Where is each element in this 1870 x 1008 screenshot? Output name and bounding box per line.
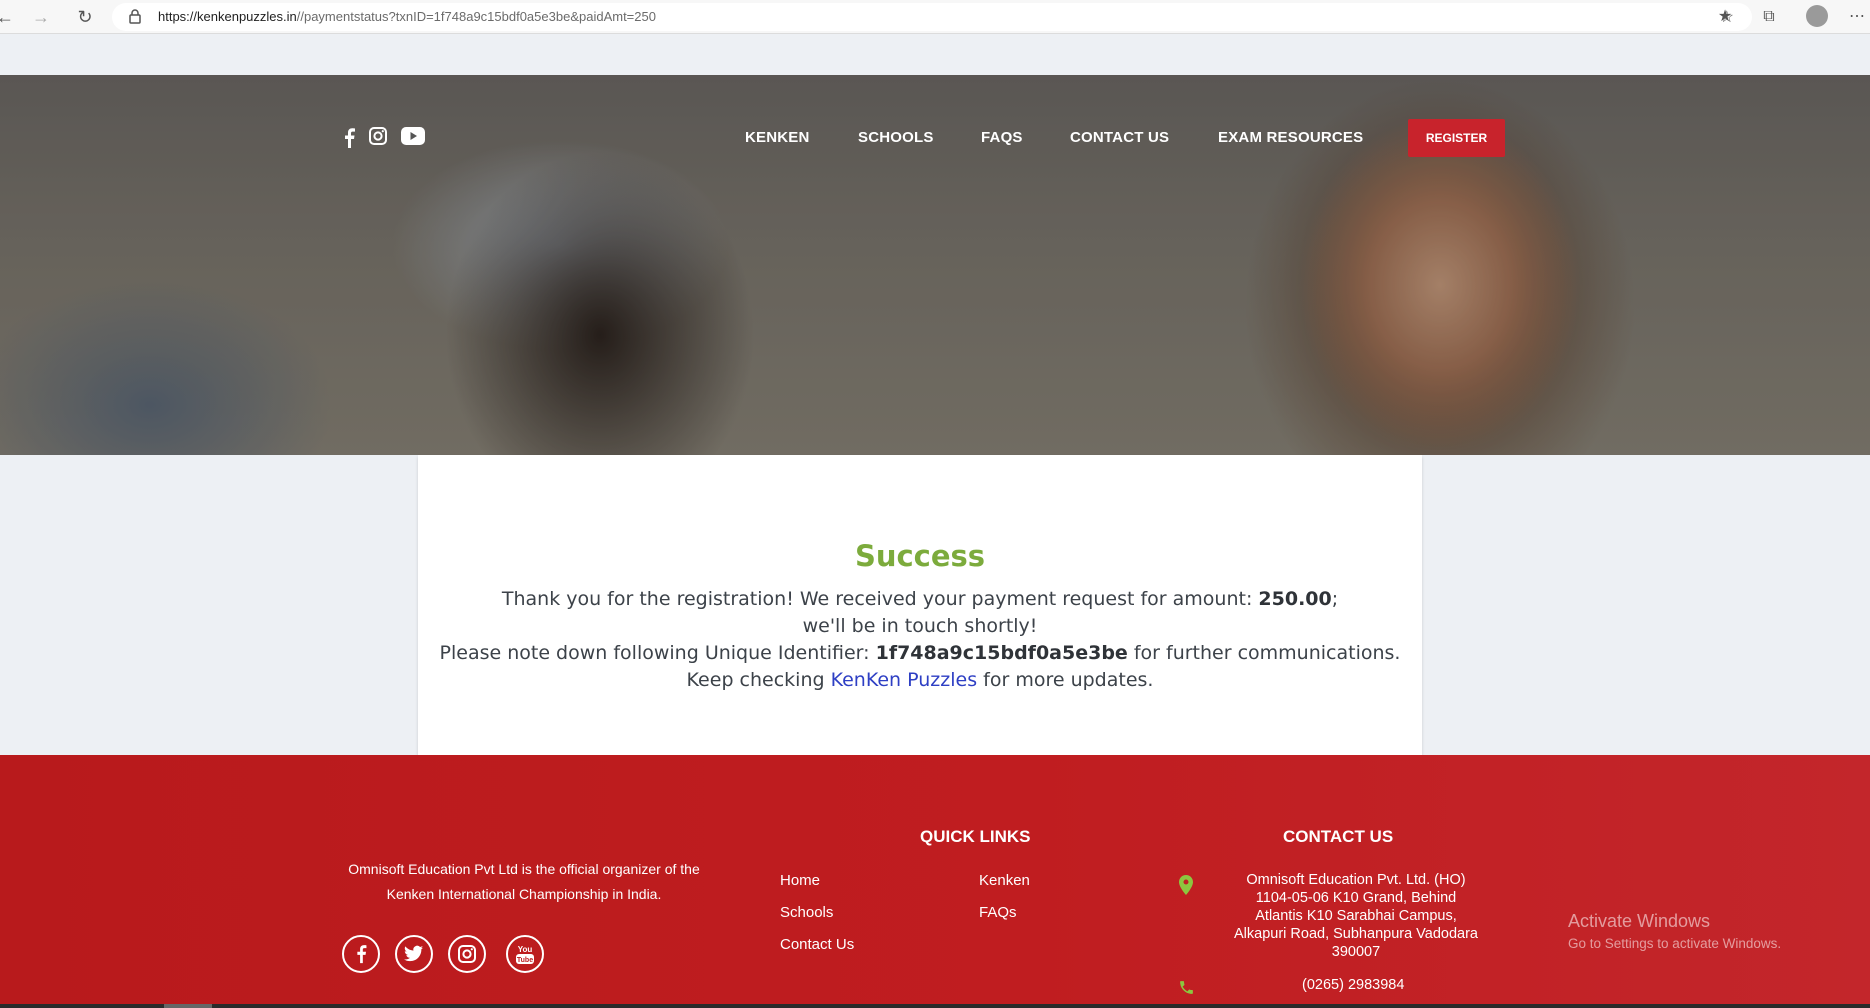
address-bar[interactable]: https://kenkenpuzzles.in//paymentstatus?… [112, 3, 1752, 31]
address-line-3: Atlantis K10 Sarabhai Campus, [1255, 908, 1457, 924]
status-line-3-suffix: for further communications. [1127, 642, 1401, 664]
browser-toolbar: ← → ↻ https://kenkenpuzzles.in//payments… [0, 0, 1870, 34]
status-line-2: we'll be in touch shortly! [802, 615, 1038, 637]
footer-link-kenken[interactable]: Kenken [979, 872, 1030, 889]
site-footer: Omnisoft Education Pvt Ltd is the offici… [0, 755, 1870, 1008]
contact-us-title: CONTACT US [1283, 827, 1394, 846]
collections-icon[interactable]: ⧉ [1758, 6, 1780, 28]
favorites-icon[interactable]: ★ [1714, 6, 1736, 28]
status-line-4-prefix: Keep checking [686, 669, 831, 691]
instagram-icon[interactable] [368, 125, 388, 147]
watermark-subtitle: Go to Settings to activate Windows. [1568, 936, 1782, 951]
register-button[interactable]: REGISTER [1408, 119, 1505, 157]
url-text[interactable]: https://kenkenpuzzles.in//paymentstatus?… [158, 9, 656, 24]
about-text: Omnisoft Education Pvt Ltd is the offici… [342, 857, 706, 907]
forward-icon[interactable]: → [30, 6, 52, 28]
footer-instagram-icon[interactable] [448, 935, 486, 973]
nav-kenken[interactable]: KENKEN [745, 129, 810, 146]
back-icon[interactable]: ← [0, 6, 16, 28]
about-line-2: Kenken International Championship in Ind… [386, 886, 662, 902]
activate-windows-watermark: Activate Windows Go to Settings to activ… [1568, 911, 1781, 951]
unique-identifier: 1f748a9c15bdf0a5e3be [875, 642, 1128, 664]
hero-banner: KENKEN SCHOOLS FAQS CONTACT US EXAM RESO… [0, 75, 1870, 455]
more-menu-icon[interactable]: ⋯ [1846, 6, 1868, 28]
taskbar-edge [0, 1004, 1870, 1008]
youtube-icon[interactable] [401, 125, 425, 147]
status-line-1-suffix: ; [1331, 588, 1339, 610]
nav-exam-resources[interactable]: EXAM RESOURCES [1218, 129, 1363, 146]
url-path: //paymentstatus?txnID=1f748a9c15bdf0a5e3… [296, 9, 656, 24]
facebook-icon[interactable] [343, 127, 355, 149]
scroll-thumb[interactable] [164, 1004, 212, 1008]
address-line-1: Omnisoft Education Pvt. Ltd. (HO) [1246, 872, 1466, 888]
status-line-3-prefix: Please note down following Unique Identi… [439, 642, 876, 664]
contact-address: Omnisoft Education Pvt. Ltd. (HO) 1104-0… [1222, 871, 1490, 961]
nav-schools[interactable]: SCHOOLS [858, 129, 934, 146]
address-line-4: Alkapuri Road, Subhanpura Vadodara [1234, 926, 1478, 942]
profile-avatar[interactable] [1806, 5, 1828, 27]
footer-link-contact-us[interactable]: Contact Us [780, 936, 854, 953]
footer-link-faqs[interactable]: FAQs [979, 904, 1017, 921]
nav-faqs[interactable]: FAQS [981, 129, 1023, 146]
about-line-1: Omnisoft Education Pvt Ltd is the offici… [348, 861, 700, 877]
contact-phone: (0265) 2983984 [1302, 977, 1405, 993]
footer-link-home[interactable]: Home [780, 872, 820, 889]
hero-overlay [0, 75, 1870, 455]
status-line-1: Thank you for the registration! We recei… [418, 588, 1422, 610]
footer-link-schools[interactable]: Schools [780, 904, 833, 921]
nav-contact-us[interactable]: CONTACT US [1070, 129, 1169, 146]
status-line-1-prefix: Thank you for the registration! We recei… [501, 588, 1259, 610]
address-line-2: 1104-05-06 K10 Grand, Behind [1255, 890, 1457, 906]
location-pin-icon [1179, 875, 1193, 895]
footer-facebook-icon[interactable] [342, 935, 380, 973]
status-line-3: Please note down following Unique Identi… [418, 642, 1422, 664]
quick-links-title: QUICK LINKS [920, 827, 1031, 846]
svg-text:You: You [518, 945, 533, 954]
refresh-icon[interactable]: ↻ [74, 6, 96, 28]
phone-icon [1180, 981, 1193, 994]
address-line-5: 390007 [1331, 944, 1381, 960]
status-title: Success [854, 539, 986, 573]
kenken-puzzles-link[interactable]: KenKen Puzzles [831, 669, 978, 691]
status-line-4: Keep checking KenKen Puzzles for more up… [418, 669, 1422, 691]
url-host: https://kenkenpuzzles.in [158, 9, 297, 24]
footer-youtube-icon[interactable]: You Tube [506, 935, 544, 973]
watermark-title: Activate Windows [1568, 911, 1711, 931]
payment-status-card: Success Thank you for the registration! … [418, 455, 1422, 755]
lock-icon [129, 9, 141, 24]
footer-twitter-icon[interactable] [395, 935, 433, 973]
svg-text:Tube: Tube [517, 957, 533, 964]
paid-amount: 250.00 [1258, 588, 1332, 610]
status-line-4-suffix: for more updates. [977, 669, 1154, 691]
